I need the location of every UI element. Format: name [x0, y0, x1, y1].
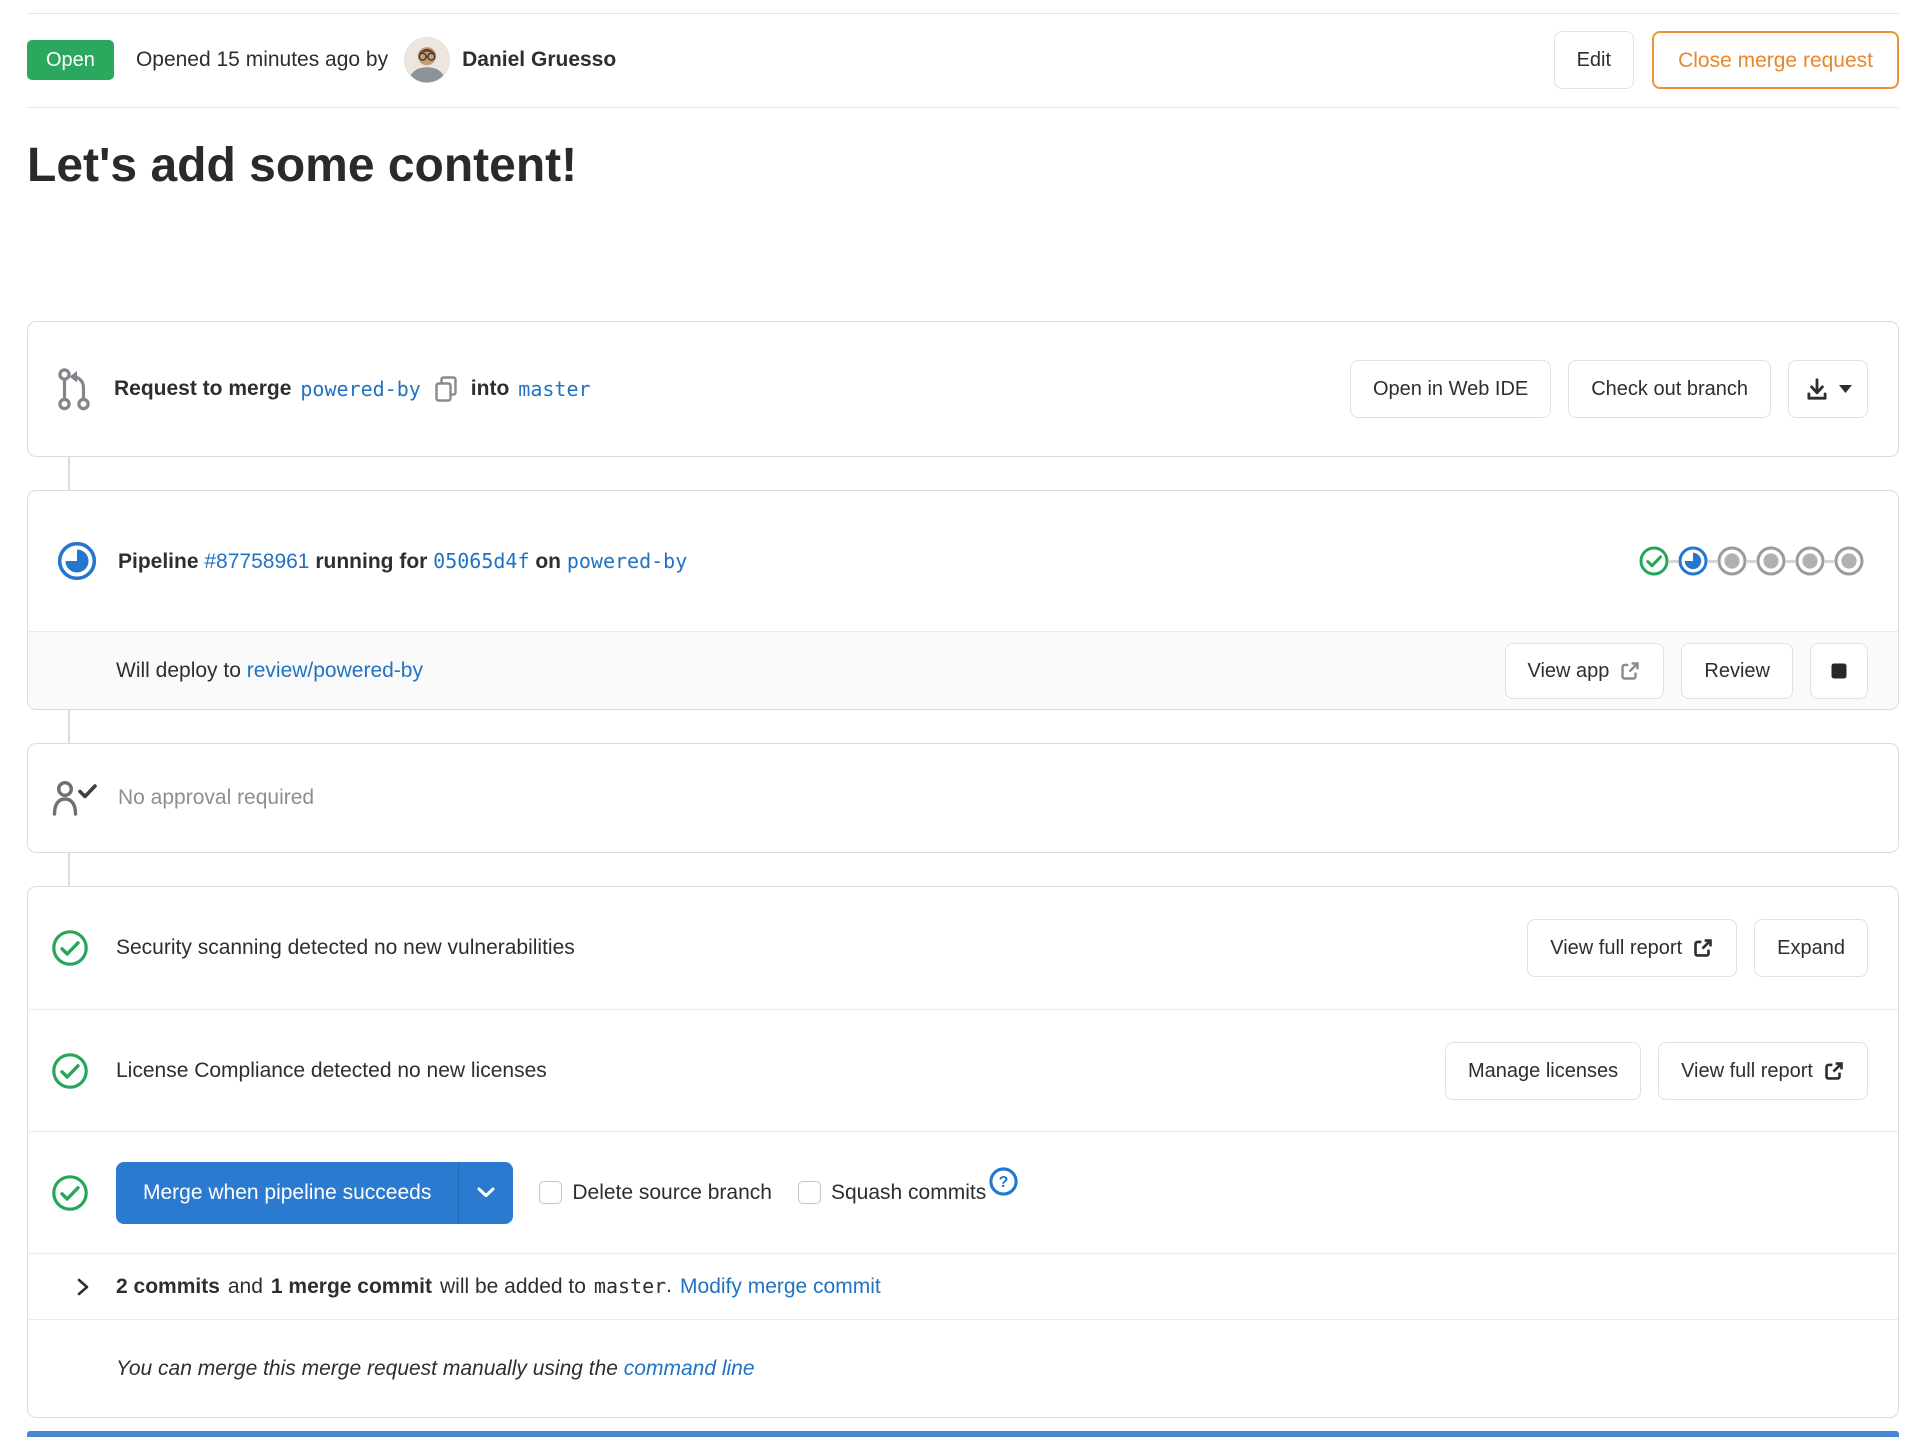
pipeline-stage-pending-icon[interactable]	[1795, 546, 1825, 576]
squash-commits-checkbox[interactable]	[797, 1181, 821, 1204]
svg-text:?: ?	[999, 1174, 1009, 1191]
security-view-full-report-button[interactable]: View full report	[1527, 919, 1738, 977]
ref-branch-link[interactable]: powered-by	[567, 549, 687, 573]
external-link-icon	[1692, 937, 1714, 959]
header-divider	[27, 107, 1899, 108]
request-to-merge-box: Request to merge powered-by into master …	[27, 321, 1899, 457]
pipeline-mini-graph	[1639, 546, 1868, 576]
widget-connector	[68, 853, 70, 886]
security-message: Security scanning detected no new vulner…	[116, 936, 575, 959]
opened-text: Opened 15 minutes ago by	[135, 48, 389, 71]
pipeline-id-link[interactable]: #87758961	[204, 550, 309, 573]
approval-box: No approval required	[27, 743, 1899, 853]
close-merge-request-button[interactable]: Close merge request	[1652, 31, 1899, 89]
period: .	[666, 1274, 673, 1297]
approval-person-check-icon	[51, 778, 99, 818]
mr-header: Open Opened 15 minutes ago by Daniel Gru…	[27, 14, 1899, 107]
source-branch-link[interactable]: powered-by	[300, 377, 420, 401]
stage-connector	[1786, 559, 1795, 563]
commits-target-branch: master	[593, 1274, 667, 1298]
review-button[interactable]: Review	[1681, 642, 1793, 699]
pipeline-stage-pending-icon[interactable]	[1717, 546, 1747, 576]
manage-licenses-button[interactable]: Manage licenses	[1444, 1041, 1642, 1100]
merge-controls-row: Merge when pipeline succeeds Delete sour…	[28, 1131, 1898, 1253]
widget-connector	[68, 710, 70, 743]
pipeline-running-status-icon[interactable]	[56, 540, 98, 582]
pipeline-stage-pending-icon[interactable]	[1834, 546, 1864, 576]
delete-source-branch-option[interactable]: Delete source branch	[539, 1181, 772, 1205]
stop-icon	[1828, 660, 1850, 682]
security-expand-button[interactable]: Expand	[1754, 919, 1868, 977]
merge-when-pipeline-succeeds-button[interactable]: Merge when pipeline succeeds	[116, 1161, 459, 1224]
stage-connector	[1708, 559, 1717, 563]
external-link-icon	[1823, 1060, 1845, 1082]
status-badge: Open	[27, 40, 114, 80]
modify-merge-commit-link[interactable]: Modify merge commit	[680, 1275, 881, 1299]
pipeline-stage-success-icon[interactable]	[1639, 546, 1669, 576]
commits-summary-row: 2 commits and 1 merge commit will be add…	[28, 1253, 1898, 1319]
next-section-accent	[27, 1431, 1899, 1437]
manual-merge-row: You can merge this merge request manuall…	[28, 1319, 1898, 1417]
open-in-web-ide-button[interactable]: Open in Web IDE	[1349, 360, 1552, 418]
environment-link[interactable]: review/powered-by	[247, 659, 423, 682]
help-question-icon[interactable]: ?	[988, 1166, 1019, 1197]
reports-merge-box: Security scanning detected no new vulner…	[27, 886, 1899, 1418]
external-link-icon	[1619, 660, 1641, 682]
author-name[interactable]: Daniel Gruesso	[462, 48, 616, 72]
merge-commit-count: 1 merge commit	[270, 1275, 432, 1298]
chevron-down-icon	[477, 1187, 495, 1198]
deploy-text: Will deploy to	[116, 658, 241, 682]
security-report-row: Security scanning detected no new vulner…	[28, 887, 1898, 1009]
manual-merge-text: You can merge this merge request manuall…	[116, 1356, 618, 1380]
check-out-branch-button[interactable]: Check out branch	[1568, 360, 1771, 418]
running-for-label: running for	[315, 549, 428, 573]
pipeline-box: Pipeline #87758961 running for 05065d4f …	[27, 490, 1899, 710]
download-icon	[1804, 376, 1830, 402]
success-check-icon	[51, 929, 89, 967]
mr-widget: Request to merge powered-by into master …	[27, 321, 1899, 1418]
success-check-icon	[51, 1052, 89, 1090]
merge-options-dropdown-toggle[interactable]	[458, 1161, 514, 1224]
on-label: on	[535, 549, 561, 573]
target-branch-link[interactable]: master	[518, 377, 590, 401]
license-view-full-report-button[interactable]: View full report	[1658, 1041, 1868, 1100]
success-check-icon	[51, 1174, 89, 1212]
pipeline-row: Pipeline #87758961 running for 05065d4f …	[28, 491, 1898, 631]
approval-message: No approval required	[118, 786, 315, 809]
stage-connector	[1669, 559, 1678, 563]
avatar[interactable]	[404, 37, 451, 83]
pipeline-stage-running-icon[interactable]	[1678, 546, 1708, 576]
request-to-merge-label: Request to merge	[114, 377, 292, 400]
edit-button[interactable]: Edit	[1553, 31, 1635, 89]
squash-commits-option[interactable]: Squash commits	[797, 1180, 987, 1205]
stage-connector	[1825, 559, 1834, 563]
stage-connector	[1747, 559, 1756, 563]
download-dropdown-button[interactable]	[1788, 360, 1868, 418]
delete-source-branch-checkbox[interactable]	[539, 1181, 563, 1204]
copy-icon	[432, 374, 460, 404]
pipeline-label: Pipeline	[118, 549, 199, 573]
into-label: into	[470, 377, 510, 400]
merge-request-icon	[56, 365, 92, 413]
commit-sha-link[interactable]: 05065d4f	[433, 549, 529, 573]
and-text: and	[227, 1275, 263, 1298]
chevron-right-icon[interactable]	[76, 1276, 90, 1298]
commits-count: 2 commits	[116, 1275, 220, 1298]
license-compliance-row: License Compliance detected no new licen…	[28, 1009, 1898, 1131]
page-title: Let's add some content!	[27, 139, 578, 192]
squash-commits-label: Squash commits	[830, 1180, 987, 1204]
view-app-button[interactable]: View app	[1504, 642, 1665, 699]
copy-branch-button[interactable]	[430, 374, 462, 404]
widget-connector	[68, 457, 70, 490]
stop-environment-button[interactable]	[1810, 642, 1868, 699]
delete-source-branch-label: Delete source branch	[572, 1180, 772, 1204]
pipeline-stage-pending-icon[interactable]	[1756, 546, 1786, 576]
deploy-row: Will deploy to review/powered-by View ap…	[28, 631, 1898, 709]
caret-down-icon	[1839, 385, 1852, 393]
added-text: will be added to	[439, 1275, 586, 1298]
license-message: License Compliance detected no new licen…	[116, 1058, 547, 1082]
command-line-link[interactable]: command line	[624, 1357, 755, 1381]
